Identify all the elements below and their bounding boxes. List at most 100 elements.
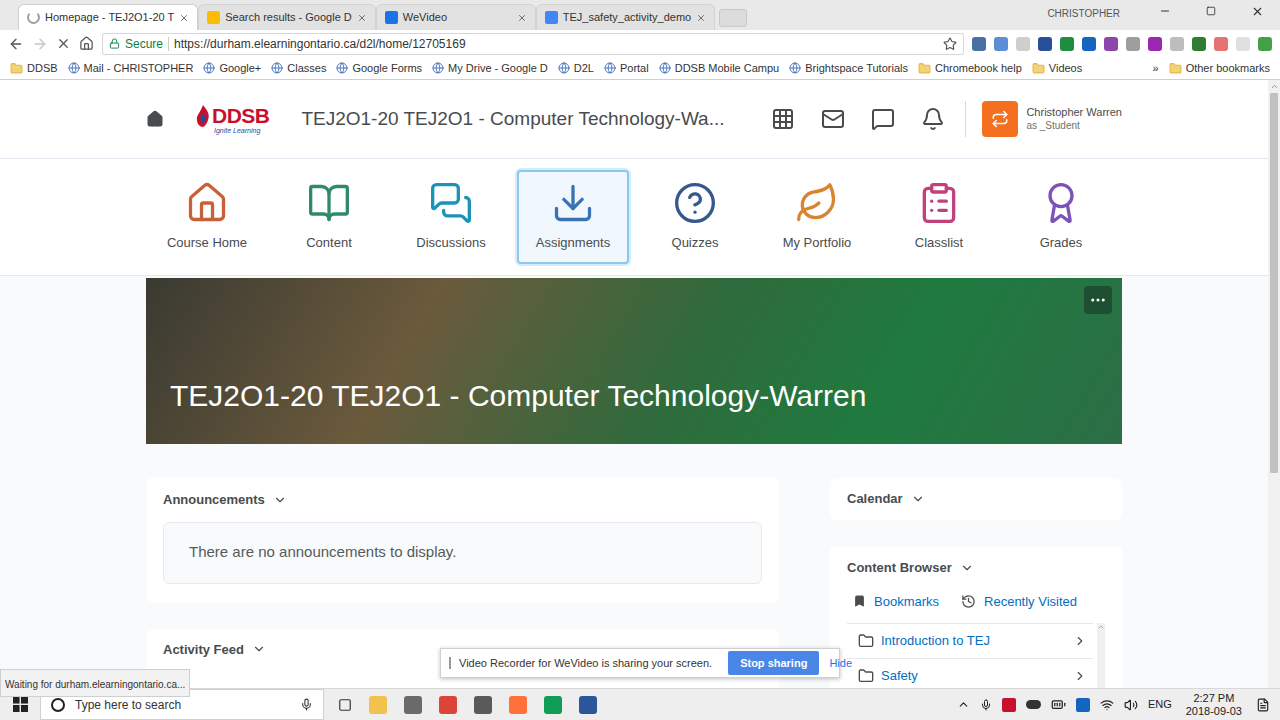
taskbar-app-icon[interactable] — [544, 696, 562, 714]
onedrive-icon[interactable] — [1026, 700, 1041, 709]
tray-app-icon[interactable] — [1076, 698, 1090, 712]
nav-item[interactable]: Quizzes — [639, 170, 751, 264]
bookmark-item[interactable]: My Drive - Google D — [432, 60, 548, 77]
scrollbar-thumb[interactable] — [1270, 93, 1278, 473]
maximize-button[interactable] — [1188, 0, 1234, 22]
extension-icon[interactable] — [1258, 37, 1272, 51]
extension-icon[interactable] — [1038, 37, 1052, 51]
page-icon — [432, 62, 444, 74]
update-alerts-icon[interactable] — [921, 107, 945, 131]
collapse-icon[interactable] — [911, 492, 925, 506]
extension-icon[interactable] — [972, 37, 986, 51]
user-menu[interactable]: Christopher Warrenas _Student — [982, 101, 1122, 137]
notifications-icon[interactable] — [1256, 698, 1270, 712]
bookmark-star-icon[interactable] — [943, 37, 957, 51]
taskbar-app-icon[interactable] — [509, 696, 527, 714]
secure-label: Secure — [125, 35, 163, 53]
extension-icon[interactable] — [1214, 37, 1228, 51]
bookmark-item[interactable]: Chromebook help — [918, 60, 1022, 77]
tray-mic-icon[interactable] — [980, 699, 992, 711]
stop-sharing-button[interactable]: Stop sharing — [728, 651, 819, 676]
course-selector-icon[interactable] — [771, 107, 795, 131]
browser-tab[interactable]: WeVideo — [376, 4, 536, 30]
taskbar-app-icon[interactable] — [474, 696, 492, 714]
volume-icon[interactable] — [1124, 698, 1138, 712]
extension-icon[interactable] — [994, 37, 1008, 51]
omnibox[interactable]: Securehttps://durham.elearningontario.ca… — [102, 33, 964, 55]
close-tab-icon[interactable] — [696, 13, 706, 23]
nav-item[interactable]: Classlist — [883, 170, 995, 264]
input-language[interactable]: ENG — [1148, 696, 1172, 713]
subscription-alerts-icon[interactable] — [871, 107, 895, 131]
nav-item[interactable]: My Portfolio — [761, 170, 873, 264]
extension-icon[interactable] — [1060, 37, 1074, 51]
content-browser-widget: Content BrowserBookmarksRecently Visited… — [830, 546, 1122, 688]
more-bookmarks[interactable]: » — [1153, 60, 1159, 77]
close-tab-icon[interactable] — [179, 13, 189, 23]
bookmark-item[interactable]: Classes — [271, 60, 326, 77]
back-icon[interactable] — [8, 36, 24, 52]
extension-icon[interactable] — [1236, 37, 1250, 51]
extension-icon[interactable] — [1082, 37, 1096, 51]
content-browser-link[interactable]: Recently Visited — [961, 592, 1077, 612]
content-browser-link[interactable]: Bookmarks — [853, 592, 939, 612]
clock[interactable]: 2:27 PM2018-09-03 — [1182, 692, 1246, 718]
browser-tab[interactable]: TEJ_safety_activity_demo — [536, 4, 715, 30]
task-view-icon[interactable] — [338, 698, 352, 712]
bookmark-item[interactable]: Brightspace Tutorials — [789, 60, 908, 77]
home-icon[interactable] — [79, 36, 94, 51]
extension-icon[interactable] — [1192, 37, 1206, 51]
nav-item[interactable]: Assignments — [517, 170, 629, 264]
drag-handle-icon[interactable] — [449, 657, 451, 669]
new-tab-button[interactable] — [719, 9, 747, 27]
collapse-icon[interactable] — [960, 561, 974, 575]
extension-icon[interactable] — [1104, 37, 1118, 51]
stop-loading-icon[interactable] — [56, 36, 71, 51]
wifi-icon[interactable] — [1100, 698, 1114, 712]
nav-item[interactable]: Course Home — [151, 170, 263, 264]
taskbar-app-icon[interactable] — [579, 696, 597, 714]
tray-app-icon[interactable] — [1002, 698, 1016, 712]
tray-expand-icon[interactable] — [957, 698, 970, 711]
minimize-button[interactable] — [1142, 0, 1188, 22]
home-icon[interactable] — [146, 110, 164, 128]
battery-icon[interactable] — [1051, 697, 1066, 712]
close-button[interactable] — [1234, 0, 1280, 22]
bookmark-item[interactable]: Google+ — [203, 60, 261, 77]
content-module[interactable]: Safety — [847, 658, 1093, 688]
nav-item[interactable]: Discussions — [395, 170, 507, 264]
collapse-icon[interactable] — [273, 493, 287, 507]
list-scrollbar[interactable] — [1097, 623, 1105, 688]
extension-icon[interactable] — [1148, 37, 1162, 51]
message-alerts-icon[interactable] — [821, 107, 845, 131]
banner-options[interactable] — [1084, 286, 1112, 314]
hide-button[interactable]: Hide — [827, 655, 854, 672]
bookmark-item[interactable]: Google Forms — [336, 60, 422, 77]
nav-item[interactable]: Content — [273, 170, 385, 264]
extension-icon[interactable] — [1170, 37, 1184, 51]
bookmark-item[interactable]: Videos — [1032, 60, 1082, 77]
taskbar-app-icon[interactable] — [404, 696, 422, 714]
mic-icon[interactable] — [300, 698, 313, 711]
bookmark-item[interactable]: Mail - CHRISTOPHER — [68, 60, 194, 77]
close-tab-icon[interactable] — [357, 13, 367, 23]
bookmark-item[interactable]: Portal — [604, 60, 649, 77]
taskbar-app-icon[interactable] — [369, 696, 387, 714]
collapse-icon[interactable] — [252, 642, 266, 656]
page-scrollbar[interactable] — [1268, 80, 1280, 688]
extension-icon[interactable] — [1016, 37, 1030, 51]
bookmark-item[interactable]: D2L — [558, 60, 594, 77]
ddsb-logo[interactable]: DDSBIgnite Learning — [196, 105, 269, 134]
content-module[interactable]: Introduction to TEJ — [847, 623, 1093, 658]
browser-tab[interactable]: Homepage - TEJ2O1-20 T — [18, 4, 198, 30]
profile-name[interactable]: CHRISTOPHER — [1047, 6, 1120, 21]
nav-icon — [307, 181, 351, 225]
close-tab-icon[interactable] — [517, 13, 527, 23]
bookmark-item[interactable]: DDSB — [10, 60, 58, 77]
bookmark-item[interactable]: DDSB Mobile Campu — [659, 60, 780, 77]
nav-item[interactable]: Grades — [1005, 170, 1117, 264]
extension-icon[interactable] — [1126, 37, 1140, 51]
browser-tab[interactable]: Search results - Google D — [198, 4, 376, 30]
taskbar-app-icon[interactable] — [439, 696, 457, 714]
other-bookmarks[interactable]: Other bookmarks — [1169, 60, 1270, 77]
